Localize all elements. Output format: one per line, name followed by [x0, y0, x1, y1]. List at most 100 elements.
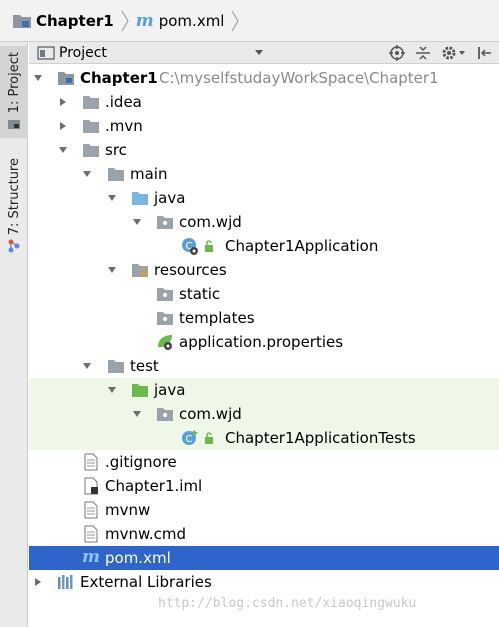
tree-row-root[interactable]: Chapter1 C:\myselfstudayWorkSpace\Chapte…: [29, 66, 499, 90]
tree-row[interactable]: java: [29, 186, 499, 210]
tree-label: Chapter1Application: [225, 237, 379, 255]
root-path: C:\myselfstudayWorkSpace\Chapter1: [159, 69, 439, 87]
text-file-icon: [84, 525, 98, 543]
tree-row-selected[interactable]: m pom.xml: [29, 546, 499, 570]
tree-label: resources: [154, 261, 227, 279]
text-file-icon: [84, 453, 98, 471]
tree-row[interactable]: C Chapter1ApplicationTests: [29, 426, 499, 450]
expand-arrow-icon[interactable]: [58, 145, 68, 155]
tree-label: test: [130, 357, 159, 375]
tree-label: External Libraries: [80, 573, 212, 591]
tab-project[interactable]: 1: Project: [0, 46, 28, 138]
spring-boot-class-icon: C: [182, 238, 198, 255]
breadcrumb-pom[interactable]: m pom.xml: [136, 6, 225, 36]
iml-file-icon: [84, 477, 98, 495]
tree-row[interactable]: Chapter1.iml: [29, 474, 499, 498]
tree-row[interactable]: com.wjd: [29, 210, 499, 234]
tree-label: application.properties: [179, 333, 344, 351]
tree-label: static: [179, 285, 221, 303]
tree-label: Chapter1ApplicationTests: [225, 429, 416, 447]
locate-target-icon[interactable]: [389, 45, 405, 61]
tree-label: .gitignore: [105, 453, 177, 471]
tree-row[interactable]: C Chapter1Application: [29, 234, 499, 258]
svg-text:C: C: [186, 434, 193, 445]
lock-access-icon: [205, 240, 213, 252]
maven-m-icon: m: [135, 10, 154, 31]
tree-label: mvnw.cmd: [105, 525, 187, 543]
package-icon: [157, 288, 173, 301]
tree-label: Chapter1.iml: [105, 477, 203, 495]
tree-row[interactable]: main: [29, 162, 499, 186]
tab-structure[interactable]: 7: Structure: [0, 158, 28, 258]
expand-arrow-icon[interactable]: [107, 385, 117, 395]
tree-row[interactable]: test: [29, 354, 499, 378]
project-panel-header: Project: [29, 42, 499, 64]
tree-label: templates: [179, 309, 255, 327]
settings-gear-icon[interactable]: [441, 45, 467, 61]
collapsed-arrow-icon[interactable]: [58, 97, 68, 107]
tree-label: .idea: [105, 93, 142, 111]
hide-panel-icon[interactable]: [477, 45, 493, 61]
breadcrumb-chapter1[interactable]: Chapter1: [12, 6, 114, 36]
tree-label: pom.xml: [105, 549, 171, 567]
tree-label: java: [154, 381, 186, 399]
expand-arrow-icon[interactable]: [82, 361, 92, 371]
expand-arrow-icon[interactable]: [33, 73, 43, 83]
package-icon: [157, 216, 173, 229]
expand-arrow-icon[interactable]: [82, 169, 92, 179]
navigation-bar: Chapter1 m pom.xml: [0, 0, 499, 42]
tree-row[interactable]: mvnw.cmd: [29, 522, 499, 546]
folder-icon: [108, 360, 124, 373]
tree-label: mvnw: [105, 501, 151, 519]
lock-access-icon: [205, 432, 213, 444]
tree-row[interactable]: com.wjd: [29, 402, 499, 426]
spring-properties-icon: [158, 335, 172, 350]
text-file-icon: [84, 501, 98, 519]
breadcrumb-label: Chapter1: [36, 11, 114, 30]
resources-folder-icon: [132, 264, 148, 277]
tree-label: Chapter1: [80, 69, 158, 87]
tree-row[interactable]: mvnw: [29, 498, 499, 522]
structure-icon: [8, 239, 20, 253]
tab-structure-label: 7: Structure: [6, 158, 22, 236]
tree-label: java: [154, 189, 186, 207]
expand-arrow-icon[interactable]: [107, 193, 117, 203]
tab-project-label: 1: Project: [6, 52, 22, 114]
tree-label: com.wjd: [179, 405, 242, 423]
breadcrumb-separator-icon: [121, 10, 129, 31]
collapsed-arrow-icon[interactable]: [58, 121, 68, 131]
tree-row[interactable]: .idea: [29, 90, 499, 114]
collapse-all-icon[interactable]: [415, 45, 431, 61]
tree-row[interactable]: templates: [29, 306, 499, 330]
tree-row[interactable]: resources: [29, 258, 499, 282]
tree-row[interactable]: application.properties: [29, 330, 499, 354]
tree-label: com.wjd: [179, 213, 242, 231]
folder-icon: [83, 144, 99, 157]
tree-row[interactable]: java: [29, 378, 499, 402]
chevron-down-icon[interactable]: [255, 50, 263, 55]
tree-row[interactable]: External Libraries: [29, 570, 499, 594]
test-class-icon: C: [182, 430, 198, 445]
project-view-icon: [37, 45, 55, 60]
project-tree: Chapter1 C:\myselfstudayWorkSpace\Chapte…: [29, 66, 499, 627]
collapsed-arrow-icon[interactable]: [33, 577, 43, 587]
module-folder-icon: [58, 72, 74, 85]
tree-label: .mvn: [105, 117, 143, 135]
test-root-folder-icon: [132, 384, 148, 397]
tool-window-stripe: 1: Project 7: Structure: [0, 42, 28, 627]
expand-arrow-icon[interactable]: [107, 265, 117, 275]
tree-row[interactable]: .gitignore: [29, 450, 499, 474]
tree-label: src: [105, 141, 127, 159]
tree-row[interactable]: .mvn: [29, 114, 499, 138]
tree-row[interactable]: static: [29, 282, 499, 306]
panel-title[interactable]: Project: [59, 45, 107, 61]
expand-arrow-icon[interactable]: [132, 409, 142, 419]
folder-icon: [83, 120, 99, 133]
package-icon: [157, 408, 173, 421]
maven-m-icon: m: [82, 547, 100, 567]
libraries-icon: [58, 575, 73, 589]
folder-icon: [108, 168, 124, 181]
expand-arrow-icon[interactable]: [132, 217, 142, 227]
tree-row[interactable]: src: [29, 138, 499, 162]
folder-icon: [83, 96, 99, 109]
